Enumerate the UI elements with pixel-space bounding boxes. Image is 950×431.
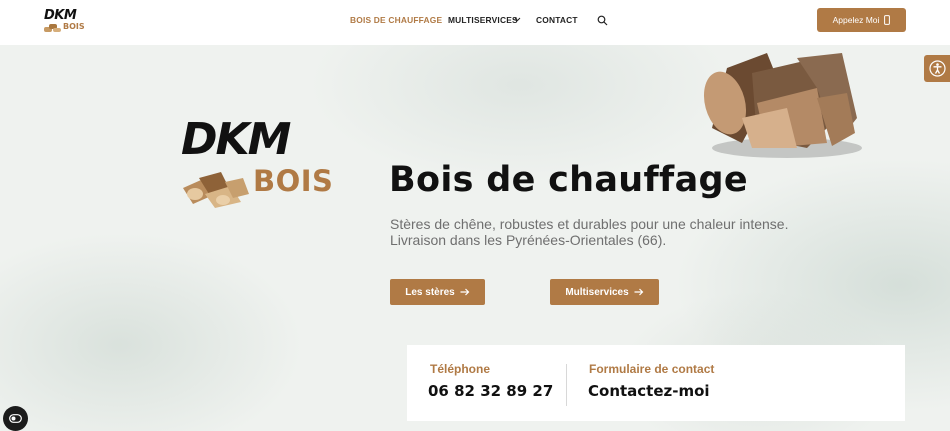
arrow-right-icon	[460, 288, 470, 296]
firewood-image	[703, 53, 862, 158]
logo-brand: DKM	[44, 8, 77, 23]
search-icon[interactable]	[597, 15, 608, 26]
logo-wood-icon	[183, 172, 249, 208]
phone-icon	[884, 15, 891, 25]
les-steres-button[interactable]: Les stères	[390, 279, 485, 305]
nav-item-bois-de-chauffage[interactable]: BOIS DE CHAUFFAGE	[350, 15, 442, 25]
contact-form-link[interactable]: Contactez-moi	[588, 382, 710, 400]
page-title: Bois de chauffage	[389, 160, 748, 200]
cookie-settings-button[interactable]	[3, 406, 28, 431]
multiservices-button[interactable]: Multiservices	[550, 279, 659, 305]
contact-form-label: Formulaire de contact	[589, 362, 715, 376]
hero-logo-sub: BOIS	[253, 164, 334, 198]
hero-subtitle-line-2: Livraison dans les Pyrénées-Orientales (…	[390, 232, 667, 248]
call-me-button[interactable]: Appelez Moi	[817, 8, 906, 32]
phone-label: Téléphone	[430, 362, 491, 376]
hero-logo-brand: DKM	[181, 114, 291, 165]
logo-wood-icon	[44, 24, 61, 32]
multiservices-label: Multiservices	[565, 286, 629, 298]
card-divider	[566, 364, 567, 406]
nav-item-multiservices[interactable]: MULTISERVICES	[448, 15, 521, 25]
hero-subtitle-line-1: Stères de chêne, robustes et durables po…	[390, 216, 789, 232]
chevron-down-icon	[514, 17, 521, 22]
les-steres-label: Les stères	[405, 286, 455, 298]
accessibility-icon	[928, 60, 946, 77]
cookie-settings-icon	[9, 414, 22, 423]
accessibility-button[interactable]	[924, 55, 950, 82]
phone-number[interactable]: 06 82 32 89 27	[428, 382, 553, 400]
hero-logo: DKM BOIS	[181, 114, 341, 212]
site-header: DKM BOIS BOIS DE CHAUFFAGE MULTISERVICES…	[0, 0, 950, 45]
logo-sub: BOIS	[63, 22, 85, 31]
contact-card: Téléphone 06 82 32 89 27 Formulaire de c…	[407, 345, 905, 421]
nav-item-label: MULTISERVICES	[448, 15, 518, 25]
site-logo[interactable]: DKM BOIS	[42, 8, 90, 36]
nav-item-contact[interactable]: CONTACT	[536, 15, 578, 25]
arrow-right-icon	[634, 288, 644, 296]
call-me-label: Appelez Moi	[832, 15, 880, 25]
